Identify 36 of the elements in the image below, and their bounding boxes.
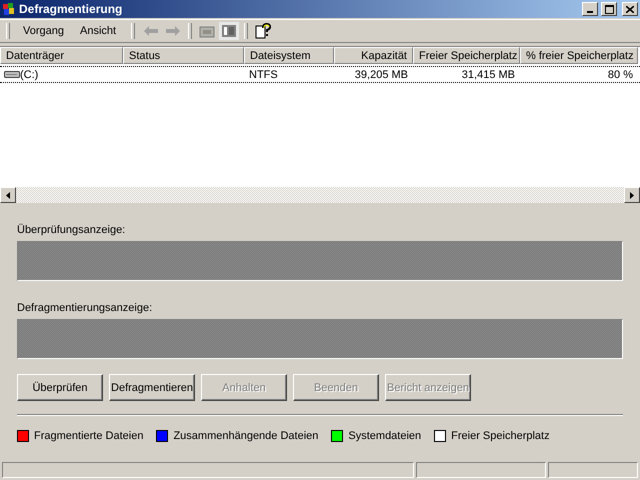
table-cell-text: NTFS xyxy=(248,68,279,80)
drive-icon xyxy=(4,70,20,79)
column-header[interactable]: Datenträger xyxy=(0,47,123,64)
table-cell-text: 80 % xyxy=(606,68,634,80)
column-header[interactable]: Status xyxy=(123,47,244,64)
legend-label: Zusammenhängende Dateien xyxy=(173,430,318,442)
close-icon xyxy=(626,6,634,12)
action-button[interactable]: Defragmentieren xyxy=(109,374,195,401)
menu-item[interactable]: Vorgang xyxy=(16,23,71,39)
help-icon[interactable] xyxy=(253,22,274,40)
table-cell-text: 39,205 MB xyxy=(354,68,409,80)
app-icon xyxy=(2,2,16,16)
close-button[interactable] xyxy=(622,2,638,16)
scroll-right-button[interactable] xyxy=(624,187,640,203)
column-header[interactable]: Kapazität xyxy=(334,47,413,64)
menu-item[interactable]: Ansicht xyxy=(72,23,124,39)
maximize-icon xyxy=(604,4,614,14)
right-arrow-icon xyxy=(630,192,634,198)
legend-label: Systemdateien xyxy=(348,430,422,442)
column-header[interactable]: Dateisystem xyxy=(244,47,334,64)
table-cell-text: 31,415 MB xyxy=(460,68,516,80)
scroll-left-button[interactable] xyxy=(0,187,16,203)
minimize-button[interactable] xyxy=(582,2,598,16)
display-label: Überprüfungsanzeige: xyxy=(17,224,126,237)
legend-label: Freier Speicherplatz xyxy=(451,430,550,442)
table-row[interactable]: (C:) NTFS 39,205 MB 31,415 MB 80 % xyxy=(0,66,640,83)
properties-icon[interactable] xyxy=(219,22,240,40)
left-arrow-icon xyxy=(6,192,10,198)
legend-label: Fragmentierte Dateien xyxy=(34,430,144,442)
display-label: Defragmentierungsanzeige: xyxy=(17,302,154,315)
maximize-button[interactable] xyxy=(601,2,617,16)
column-header[interactable]: % freier Speicherplatz xyxy=(520,47,638,64)
table-cell-text: (C:) xyxy=(20,68,40,80)
column-header[interactable]: Freier Speicherplatz xyxy=(413,47,520,64)
window-title: Defragmentierung xyxy=(19,2,124,16)
action-button[interactable]: Überprüfen xyxy=(17,374,103,401)
